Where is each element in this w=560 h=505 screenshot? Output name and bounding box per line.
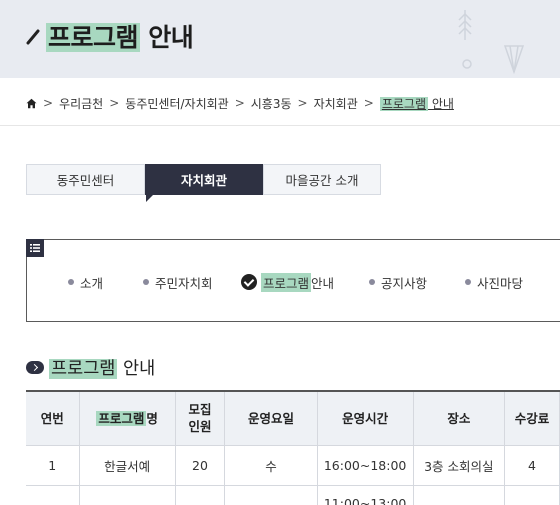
cell-no: 1 <box>26 445 80 486</box>
bullet-icon <box>369 279 375 285</box>
col-header-capacity: 모집 인원 <box>175 390 226 446</box>
home-icon[interactable] <box>26 98 37 109</box>
bullet-icon <box>465 279 471 285</box>
col-header-fee: 수강료 <box>504 390 560 446</box>
table-row: 1 한글서예 20 수 16:00~18:00 3층 소회의실 4 <box>26 445 560 486</box>
check-circle-icon <box>241 274 257 290</box>
divider <box>0 125 560 126</box>
cell-capacity <box>175 485 226 505</box>
breadcrumb-item[interactable]: 자치회관 <box>314 95 358 112</box>
breadcrumb: > 우리금천 > 동주민센터/자치회관 > 시흥3동 > 자치회관 > 프로그램 안내 <box>26 94 454 112</box>
menu-list-icon <box>26 239 44 257</box>
page-header-banner: 프로그램 안내 <box>0 0 560 78</box>
submenu-item-program[interactable]: 프로그램 안내 <box>241 271 334 293</box>
page-title: 프로그램 안내 <box>46 23 194 52</box>
cell-capacity: 20 <box>175 445 226 486</box>
cell-no <box>26 485 80 505</box>
submenu-item-intro[interactable]: 소개 <box>68 271 103 293</box>
section-heading: 프로그램 안내 <box>26 355 155 380</box>
chevron-right-icon <box>26 361 44 374</box>
bullet-icon <box>143 279 149 285</box>
pencil-icon <box>26 29 40 45</box>
sub-menu-box: 소개 주민자치회 프로그램 안내 공지사항 사진마당 <box>26 239 560 322</box>
cell-name: 한글서예 <box>79 445 176 486</box>
section-title: 프로그램 안내 <box>49 359 156 379</box>
table-header-row: 연번 프로그램 명 모집 인원 운영요일 운영시간 장소 수강료 <box>26 390 560 446</box>
tab-bar: 동주민센터 자치회관 마을공간 소개 <box>26 164 381 202</box>
tab-autonomy-hall[interactable]: 자치회관 <box>145 164 263 202</box>
col-header-time: 운영시간 <box>317 390 414 446</box>
bullet-icon <box>68 279 74 285</box>
submenu-item-photos[interactable]: 사진마당 <box>465 271 523 293</box>
col-header-day: 운영요일 <box>224 390 318 446</box>
table-row: 11:00~13:00 <box>26 485 560 505</box>
cell-place: 3층 소회의실 <box>413 445 506 486</box>
cell-place <box>413 485 506 505</box>
tab-community-center[interactable]: 동주민센터 <box>26 164 145 195</box>
cell-fee <box>504 485 560 505</box>
cell-fee: 4 <box>504 445 560 486</box>
cell-name <box>79 485 176 505</box>
cell-time: 16:00~18:00 <box>317 445 414 486</box>
breadcrumb-item[interactable]: 우리금천 <box>59 95 103 112</box>
submenu-item-notice[interactable]: 공지사항 <box>369 271 427 293</box>
cell-day: 수 <box>224 445 318 486</box>
breadcrumb-current[interactable]: 프로그램 안내 <box>379 95 454 112</box>
col-header-name: 프로그램 명 <box>79 390 176 446</box>
breadcrumb-item[interactable]: 동주민센터/자치회관 <box>125 95 228 112</box>
tab-village-space[interactable]: 마을공간 소개 <box>263 164 381 195</box>
col-header-place: 장소 <box>413 390 506 446</box>
cell-day <box>224 485 318 505</box>
col-header-no: 연번 <box>26 390 80 446</box>
submenu-item-council[interactable]: 주민자치회 <box>143 271 213 293</box>
program-table: 연번 프로그램 명 모집 인원 운영요일 운영시간 장소 수강료 1 한글서예 20… <box>26 390 560 505</box>
breadcrumb-item[interactable]: 시흥3동 <box>251 95 292 112</box>
cell-time: 11:00~13:00 <box>317 485 414 505</box>
tree-decoration-icon <box>458 10 525 75</box>
